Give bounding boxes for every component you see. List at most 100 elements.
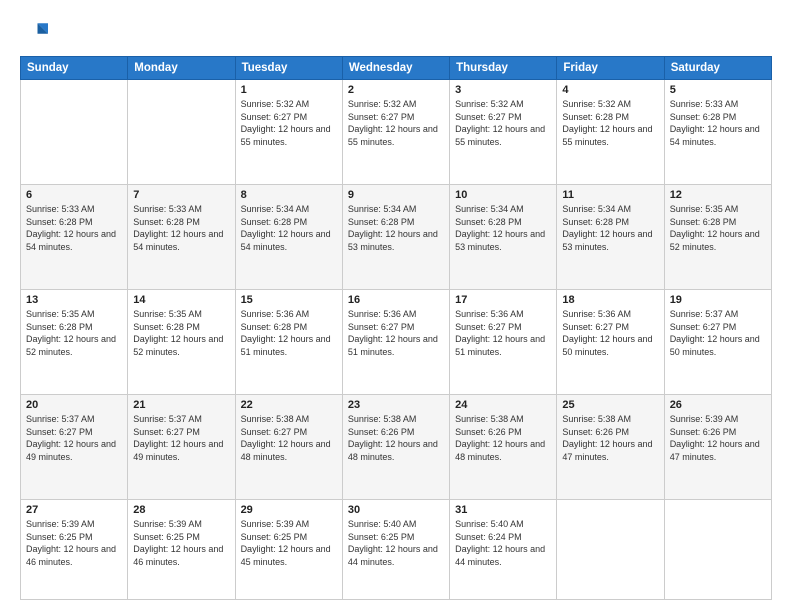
day-number: 17 (455, 294, 551, 306)
day-number: 21 (133, 399, 229, 411)
calendar-cell: 18 Sunrise: 5:36 AMSunset: 6:27 PMDayligh… (557, 290, 664, 395)
day-detail: Sunrise: 5:40 AMSunset: 6:24 PMDaylight:… (455, 518, 551, 568)
calendar-cell: 11 Sunrise: 5:34 AMSunset: 6:28 PMDayligh… (557, 185, 664, 290)
day-number: 29 (241, 504, 337, 516)
day-number: 6 (26, 189, 122, 201)
day-number: 19 (670, 294, 766, 306)
day-detail: Sunrise: 5:39 AMSunset: 6:26 PMDaylight:… (670, 413, 766, 463)
calendar-cell: 27 Sunrise: 5:39 AMSunset: 6:25 PMDayligh… (21, 500, 128, 600)
day-number: 30 (348, 504, 444, 516)
day-number: 27 (26, 504, 122, 516)
weekday-header-tuesday: Tuesday (235, 57, 342, 80)
calendar-cell (557, 500, 664, 600)
weekday-header-wednesday: Wednesday (342, 57, 449, 80)
calendar-cell: 9 Sunrise: 5:34 AMSunset: 6:28 PMDaylight… (342, 185, 449, 290)
calendar-cell: 15Sunrise: 5:36 AMSunset: 6:28 PMDayligh… (235, 290, 342, 395)
header (20, 18, 772, 46)
day-detail: Sunrise: 5:39 AMSunset: 6:25 PMDaylight:… (133, 518, 229, 568)
calendar-cell: 31Sunrise: 5:40 AMSunset: 6:24 PMDayligh… (450, 500, 557, 600)
day-detail: Sunrise: 5:38 AMSunset: 6:27 PMDaylight:… (241, 413, 337, 463)
day-number: 16 (348, 294, 444, 306)
day-detail: Sunrise: 5:34 AMSunset: 6:28 PMDaylight:… (455, 203, 551, 253)
calendar-cell: 5 Sunrise: 5:33 AMSunset: 6:28 PMDaylight… (664, 80, 771, 185)
day-detail: Sunrise: 5:33 AMSunset: 6:28 PMDaylight:… (670, 98, 766, 148)
calendar-week-row: 27 Sunrise: 5:39 AMSunset: 6:25 PMDayligh… (21, 500, 772, 600)
day-number: 25 (562, 399, 658, 411)
calendar-cell: 30 Sunrise: 5:40 AMSunset: 6:25 PMDayligh… (342, 500, 449, 600)
calendar-cell: 29 Sunrise: 5:39 AMSunset: 6:25 PMDayligh… (235, 500, 342, 600)
day-number: 23 (348, 399, 444, 411)
day-number: 22 (241, 399, 337, 411)
day-number: 13 (26, 294, 122, 306)
day-number: 15 (241, 294, 337, 306)
day-detail: Sunrise: 5:35 AMSunset: 6:28 PMDaylight:… (133, 308, 229, 358)
day-detail: Sunrise: 5:34 AMSunset: 6:28 PMDaylight:… (348, 203, 444, 253)
weekday-header-monday: Monday (128, 57, 235, 80)
day-number: 8 (241, 189, 337, 201)
day-number: 14 (133, 294, 229, 306)
day-detail: Sunrise: 5:36 AMSunset: 6:27 PMDaylight:… (455, 308, 551, 358)
day-number: 5 (670, 84, 766, 96)
day-detail: Sunrise: 5:32 AMSunset: 6:27 PMDaylight:… (241, 98, 337, 148)
calendar-week-row: 13 Sunrise: 5:35 AMSunset: 6:28 PMDayligh… (21, 290, 772, 395)
day-detail: Sunrise: 5:33 AMSunset: 6:28 PMDaylight:… (133, 203, 229, 253)
calendar-cell: 7 Sunrise: 5:33 AMSunset: 6:28 PMDaylight… (128, 185, 235, 290)
calendar-cell: 6 Sunrise: 5:33 AMSunset: 6:28 PMDaylight… (21, 185, 128, 290)
day-number: 9 (348, 189, 444, 201)
calendar-cell: 1 Sunrise: 5:32 AMSunset: 6:27 PMDaylight… (235, 80, 342, 185)
day-detail: Sunrise: 5:38 AMSunset: 6:26 PMDaylight:… (348, 413, 444, 463)
logo-icon (20, 18, 48, 46)
day-detail: Sunrise: 5:36 AMSunset: 6:27 PMDaylight:… (562, 308, 658, 358)
day-detail: Sunrise: 5:35 AMSunset: 6:28 PMDaylight:… (26, 308, 122, 358)
day-detail: Sunrise: 5:34 AMSunset: 6:28 PMDaylight:… (241, 203, 337, 253)
day-detail: Sunrise: 5:39 AMSunset: 6:25 PMDaylight:… (241, 518, 337, 568)
day-detail: Sunrise: 5:37 AMSunset: 6:27 PMDaylight:… (133, 413, 229, 463)
day-number: 11 (562, 189, 658, 201)
day-number: 10 (455, 189, 551, 201)
weekday-header-friday: Friday (557, 57, 664, 80)
day-detail: Sunrise: 5:36 AMSunset: 6:27 PMDaylight:… (348, 308, 444, 358)
calendar-cell: 13 Sunrise: 5:35 AMSunset: 6:28 PMDayligh… (21, 290, 128, 395)
calendar-cell (128, 80, 235, 185)
day-detail: Sunrise: 5:38 AMSunset: 6:26 PMDaylight:… (455, 413, 551, 463)
day-number: 20 (26, 399, 122, 411)
day-number: 2 (348, 84, 444, 96)
calendar-cell: 19 Sunrise: 5:37 AMSunset: 6:27 PMDayligh… (664, 290, 771, 395)
calendar-cell: 28Sunrise: 5:39 AMSunset: 6:25 PMDayligh… (128, 500, 235, 600)
day-number: 7 (133, 189, 229, 201)
weekday-header-sunday: Sunday (21, 57, 128, 80)
calendar-cell: 3 Sunrise: 5:32 AMSunset: 6:27 PMDaylight… (450, 80, 557, 185)
day-number: 18 (562, 294, 658, 306)
calendar-cell: 8 Sunrise: 5:34 AMSunset: 6:28 PMDaylight… (235, 185, 342, 290)
day-detail: Sunrise: 5:40 AMSunset: 6:25 PMDaylight:… (348, 518, 444, 568)
calendar-cell: 25 Sunrise: 5:38 AMSunset: 6:26 PMDayligh… (557, 395, 664, 500)
day-detail: Sunrise: 5:37 AMSunset: 6:27 PMDaylight:… (26, 413, 122, 463)
day-detail: Sunrise: 5:35 AMSunset: 6:28 PMDaylight:… (670, 203, 766, 253)
day-number: 1 (241, 84, 337, 96)
calendar-cell: 10 Sunrise: 5:34 AMSunset: 6:28 PMDayligh… (450, 185, 557, 290)
day-detail: Sunrise: 5:37 AMSunset: 6:27 PMDaylight:… (670, 308, 766, 358)
day-detail: Sunrise: 5:34 AMSunset: 6:28 PMDaylight:… (562, 203, 658, 253)
calendar-week-row: 6 Sunrise: 5:33 AMSunset: 6:28 PMDaylight… (21, 185, 772, 290)
calendar-cell: 12Sunrise: 5:35 AMSunset: 6:28 PMDayligh… (664, 185, 771, 290)
calendar-cell: 26 Sunrise: 5:39 AMSunset: 6:26 PMDayligh… (664, 395, 771, 500)
calendar-week-row: 20 Sunrise: 5:37 AMSunset: 6:27 PMDayligh… (21, 395, 772, 500)
logo (20, 18, 52, 46)
calendar-cell: 24Sunrise: 5:38 AMSunset: 6:26 PMDayligh… (450, 395, 557, 500)
calendar-cell: 16 Sunrise: 5:36 AMSunset: 6:27 PMDayligh… (342, 290, 449, 395)
calendar-cell: 21 Sunrise: 5:37 AMSunset: 6:27 PMDayligh… (128, 395, 235, 500)
calendar-table: SundayMondayTuesdayWednesdayThursdayFrid… (20, 56, 772, 600)
day-number: 3 (455, 84, 551, 96)
day-detail: Sunrise: 5:32 AMSunset: 6:27 PMDaylight:… (455, 98, 551, 148)
calendar-cell: 20 Sunrise: 5:37 AMSunset: 6:27 PMDayligh… (21, 395, 128, 500)
day-detail: Sunrise: 5:33 AMSunset: 6:28 PMDaylight:… (26, 203, 122, 253)
calendar-cell: 14 Sunrise: 5:35 AMSunset: 6:28 PMDayligh… (128, 290, 235, 395)
day-detail: Sunrise: 5:32 AMSunset: 6:28 PMDaylight:… (562, 98, 658, 148)
calendar-cell: 17 Sunrise: 5:36 AMSunset: 6:27 PMDayligh… (450, 290, 557, 395)
day-detail: Sunrise: 5:38 AMSunset: 6:26 PMDaylight:… (562, 413, 658, 463)
day-detail: Sunrise: 5:39 AMSunset: 6:25 PMDaylight:… (26, 518, 122, 568)
weekday-header-thursday: Thursday (450, 57, 557, 80)
calendar-cell (21, 80, 128, 185)
weekday-header-row: SundayMondayTuesdayWednesdayThursdayFrid… (21, 57, 772, 80)
day-number: 26 (670, 399, 766, 411)
